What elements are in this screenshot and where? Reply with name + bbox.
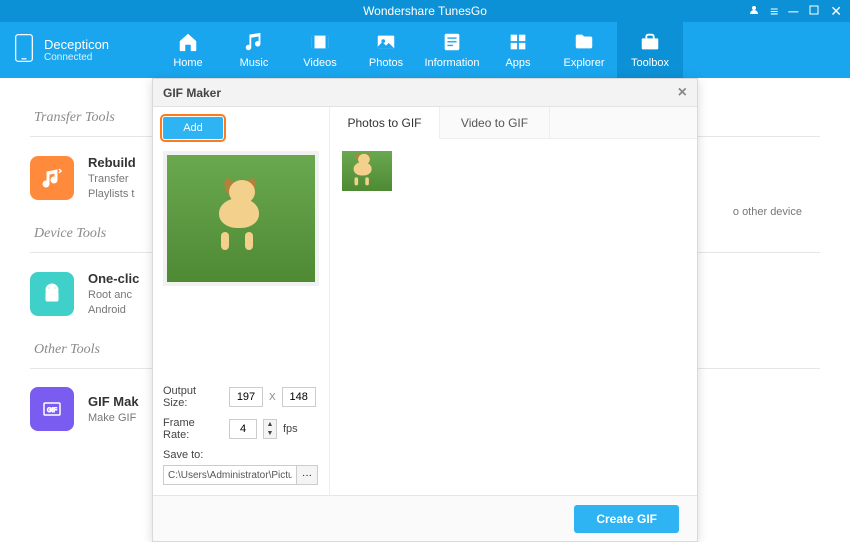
add-button[interactable]: Add <box>163 117 223 139</box>
tool-sub: Android <box>88 304 139 316</box>
tab-label: Photos <box>369 57 403 69</box>
fps-label: fps <box>283 423 298 435</box>
tool-title: One-clic <box>88 271 139 286</box>
tool-sub: Playlists t <box>88 188 136 200</box>
photos-icon <box>375 31 397 53</box>
device-name: Decepticon <box>44 37 109 52</box>
nav-tabs: Home Music Videos Photos Information App… <box>155 22 850 78</box>
tab-home[interactable]: Home <box>155 22 221 78</box>
tool-text: Rebuild Transfer Playlists t <box>88 155 136 200</box>
output-width-input[interactable] <box>229 387 263 407</box>
information-icon <box>441 31 463 53</box>
device-text: Decepticon Connected <box>44 37 109 63</box>
x-label: X <box>269 392 276 403</box>
right-note: o other device <box>733 206 802 218</box>
main-area: Transfer Tools Rebuild Transfer Playlist… <box>0 78 850 542</box>
output-height-input[interactable] <box>282 387 316 407</box>
tool-sub: Make GIF <box>88 412 139 424</box>
videos-icon <box>309 31 331 53</box>
tab-label: Explorer <box>564 57 605 69</box>
close-icon[interactable]: ✕ <box>830 4 842 18</box>
device-block[interactable]: Decepticon Connected <box>0 22 155 78</box>
modal-header: GIF Maker × <box>153 79 697 107</box>
subtab-photos[interactable]: Photos to GIF <box>330 107 440 139</box>
tab-music[interactable]: Music <box>221 22 287 78</box>
tool-sub: Transfer <box>88 173 136 185</box>
right-pane: Photos to GIF Video to GIF <box>329 107 697 495</box>
frame-rate-label: Frame Rate: <box>163 417 223 441</box>
tab-label: Videos <box>303 57 336 69</box>
tab-label: Toolbox <box>631 57 669 69</box>
modal-title: GIF Maker <box>163 86 221 100</box>
create-gif-button[interactable]: Create GIF <box>574 505 679 533</box>
thumbnail-item[interactable] <box>342 151 392 191</box>
user-icon[interactable] <box>748 4 760 19</box>
modal-footer: Create GIF <box>153 495 697 541</box>
phone-icon <box>14 33 34 68</box>
svg-text:GIF: GIF <box>47 408 57 414</box>
device-status: Connected <box>44 52 109 63</box>
tab-photos[interactable]: Photos <box>353 22 419 78</box>
save-path-input[interactable] <box>163 465 297 485</box>
tab-label: Apps <box>505 57 530 69</box>
window-controls: ≡ ─ ✕ <box>748 0 842 22</box>
tool-sub: Root anc <box>88 289 139 301</box>
android-icon <box>30 272 74 316</box>
tool-text: GIF Mak Make GIF <box>88 394 139 424</box>
thumbnails <box>330 139 697 203</box>
tab-videos[interactable]: Videos <box>287 22 353 78</box>
tab-toolbox[interactable]: Toolbox <box>617 22 683 78</box>
gif-icon: GIF <box>30 387 74 431</box>
close-icon[interactable]: × <box>678 84 687 102</box>
top-nav: Decepticon Connected Home Music Videos P… <box>0 22 850 78</box>
tool-title: GIF Mak <box>88 394 139 409</box>
maximize-icon[interactable] <box>808 4 820 19</box>
tool-title: Rebuild <box>88 155 136 170</box>
app-title: Wondershare TunesGo <box>363 4 487 18</box>
menu-icon[interactable]: ≡ <box>770 4 778 18</box>
subtab-video[interactable]: Video to GIF <box>440 107 550 139</box>
left-pane: Add Output Size: X Frame Rate: <box>153 107 329 495</box>
tab-label: Information <box>424 57 479 69</box>
settings: Output Size: X Frame Rate: ▲▼ fps Save t… <box>163 385 319 485</box>
apps-icon <box>507 31 529 53</box>
title-bar: Wondershare TunesGo ≡ ─ ✕ <box>0 0 850 22</box>
minimize-icon[interactable]: ─ <box>788 4 798 18</box>
tool-text: One-clic Root anc Android <box>88 271 139 316</box>
frame-rate-stepper[interactable]: ▲▼ <box>263 419 277 439</box>
save-to-label: Save to: <box>163 449 203 461</box>
home-icon <box>177 31 199 53</box>
toolbox-icon <box>639 31 661 53</box>
tab-apps[interactable]: Apps <box>485 22 551 78</box>
frame-rate-input[interactable] <box>229 419 257 439</box>
gif-maker-modal: GIF Maker × Add Output Size: X <box>152 78 698 542</box>
subtabs: Photos to GIF Video to GIF <box>330 107 697 139</box>
tab-label: Home <box>173 57 202 69</box>
tab-explorer[interactable]: Explorer <box>551 22 617 78</box>
rebuild-icon <box>30 156 74 200</box>
tab-label: Music <box>240 57 269 69</box>
tab-information[interactable]: Information <box>419 22 485 78</box>
output-size-label: Output Size: <box>163 385 223 409</box>
explorer-icon <box>573 31 595 53</box>
preview-image <box>163 151 319 286</box>
subtab-spacer <box>550 107 697 139</box>
modal-body: Add Output Size: X Frame Rate: <box>153 107 697 495</box>
music-icon <box>243 31 265 53</box>
browse-button[interactable]: ··· <box>296 465 318 485</box>
